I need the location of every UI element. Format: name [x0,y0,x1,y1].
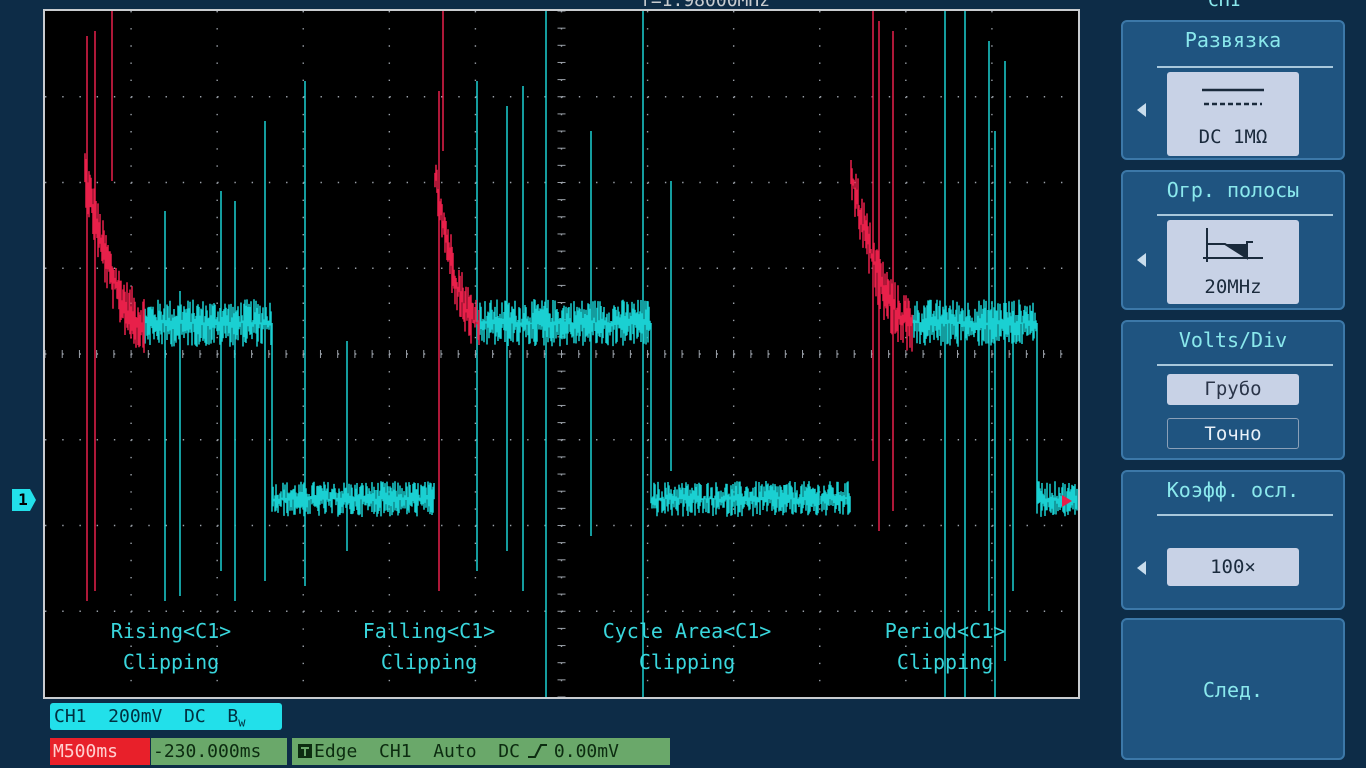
menu-separator [1157,364,1333,366]
next-page-button[interactable]: След. [1121,618,1345,760]
measurement-falling-value: Clipping [380,650,478,674]
probe-menu-button[interactable]: Коэфф. осл. 100× [1121,470,1345,610]
waveform-display[interactable]: Rising<C1> Clipping Falling<C1> Clipping… [43,9,1080,699]
menu-separator [1157,514,1333,516]
bandwidth-limit-sub: w [238,715,246,730]
volts-div-coarse-option[interactable]: Грубо [1167,374,1299,405]
waveform-svg [45,11,1078,697]
coupling-menu-button[interactable]: Развязка DC 1MΩ [1121,20,1345,160]
rising-edge-icon [527,744,547,758]
coupling-value: DC 1MΩ [1198,126,1268,148]
measurement-falling-name: Falling<C1> [362,619,496,643]
bandwidth-menu-button[interactable]: Огр. полосы 20MHz [1121,170,1345,310]
arrow-left-icon [1137,253,1146,267]
measurement-period-name: Period<C1> [884,619,1006,643]
trigger-level-text: 0.00mV [553,741,619,762]
grid [45,11,1078,697]
menu-separator [1157,66,1333,68]
arrow-left-icon [1137,561,1146,575]
lowpass-filter-icon [1203,228,1263,262]
arrow-left-icon [1137,103,1146,117]
bandwidth-menu-title: Огр. полосы [1166,178,1300,202]
ch1-marker-label: 1 [18,490,28,509]
ch1-waveform [84,11,1078,697]
ch1-position-marker[interactable]: 1 [12,489,36,511]
bandwidth-value-box: 20MHz [1167,220,1299,304]
volts-div-menu-title: Volts/Div [1178,328,1288,352]
ch1-settings-text: CH1 200mV DC B [54,706,239,727]
measurement-rising-name: Rising<C1> [110,619,232,643]
measurement-cycle-area-name: Cycle Area<C1> [602,619,772,643]
trigger-status[interactable]: Edge CH1 Auto DC 0.00mV [292,738,670,765]
coupling-menu-title: Развязка [1184,28,1282,52]
next-page-label: След. [1202,678,1264,702]
coupling-value-box: DC 1MΩ [1167,72,1299,156]
bandwidth-value: 20MHz [1204,276,1262,298]
menu-separator [1157,214,1333,216]
trigger-icon [298,744,312,758]
measurement-rising-value: Clipping [122,650,220,674]
measurement-period-value: Clipping [896,650,994,674]
measurement-rising: Rising<C1> Clipping [61,616,281,678]
dc-coupling-icon [1202,88,1264,106]
measurement-falling: Falling<C1> Clipping [319,616,539,678]
trigger-settings-text: Edge CH1 Auto DC [314,741,520,762]
measurement-cycle-area: Cycle Area<C1> Clipping [577,616,797,678]
probe-menu-title: Коэфф. осл. [1166,478,1300,502]
volts-div-fine-option[interactable]: Точно [1167,418,1299,449]
measurement-cycle-area-value: Clipping [638,650,736,674]
timebase-status[interactable]: M500ms [50,738,150,765]
menu-channel-label: CH1 [1208,0,1241,11]
measurement-period: Period<C1> Clipping [835,616,1055,678]
ch1-settings-status[interactable]: CH1 200mV DC Bw [50,703,282,730]
horizontal-offset-status[interactable]: -230.000ms [151,738,287,765]
probe-value: 100× [1167,548,1299,586]
volts-div-menu-button[interactable]: Volts/Div Грубо Точно [1121,320,1345,460]
